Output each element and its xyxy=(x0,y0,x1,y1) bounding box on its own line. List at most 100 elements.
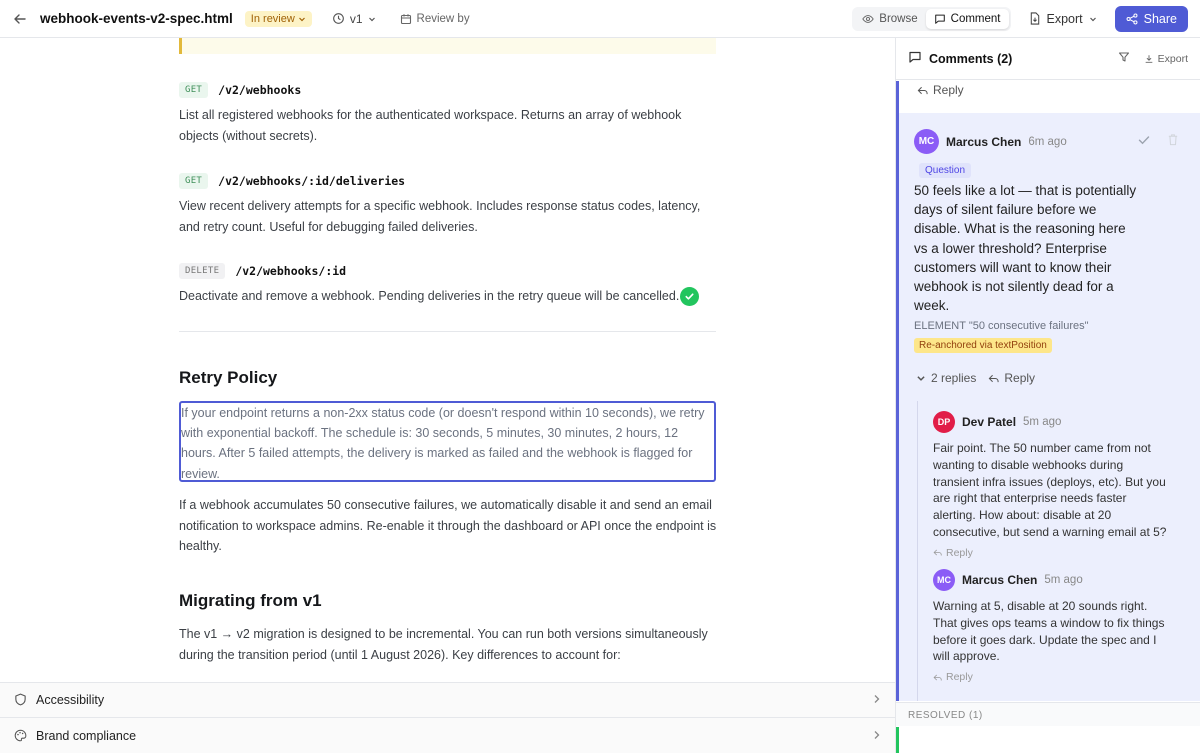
endpoint-description: List all registered webhooks for the aut… xyxy=(179,108,682,143)
file-name: webhook-events-v2-spec.html xyxy=(40,11,233,26)
reply-author: Dev Patel xyxy=(962,415,1017,429)
calendar-icon xyxy=(400,13,411,24)
comment-icon xyxy=(908,50,922,67)
reply-author: Marcus Chen xyxy=(962,573,1038,587)
download-icon xyxy=(1145,54,1152,63)
reanchor-badge: Re-anchored via textPosition xyxy=(914,338,1052,353)
mode-toggle: Browse Comment xyxy=(852,6,1011,31)
replies-count: 2 replies xyxy=(931,371,977,385)
reply-time: 5m ago xyxy=(1044,574,1083,586)
version-label: v1 xyxy=(349,11,363,26)
reply-icon xyxy=(989,374,999,382)
top-bar: webhook-events-v2-spec.html In review v1… xyxy=(0,0,1200,38)
method-badge: DELETE xyxy=(179,263,226,279)
eye-icon xyxy=(862,14,874,23)
comments-header: Comments (2) Export xyxy=(896,38,1200,80)
reply-button[interactable]: Reply xyxy=(933,671,1200,683)
reply-header: DP Dev Patel 5m ago xyxy=(933,401,1200,433)
comment-check-icon[interactable] xyxy=(680,287,700,307)
comment-header: MC Marcus Chen 6m ago xyxy=(914,129,1067,154)
reply-button[interactable]: Reply xyxy=(917,83,964,97)
comment-icon xyxy=(934,14,945,24)
reply-label: Reply xyxy=(1004,371,1036,385)
replies-toggle[interactable]: 2 replies xyxy=(916,371,976,385)
question-tag: Question xyxy=(919,163,972,178)
endpoint-path: /v2/webhooks xyxy=(218,83,302,97)
active-comment[interactable]: MC Marcus Chen 6m ago Question 50 feels … xyxy=(899,113,1200,701)
reply-icon xyxy=(933,674,942,681)
back-arrow-icon[interactable] xyxy=(12,11,28,27)
reply-comment: MC Marcus Chen 5m ago Warning at 5, disa… xyxy=(917,556,1200,701)
section-divider xyxy=(179,331,716,332)
status-label: In review xyxy=(250,12,295,25)
filter-icon[interactable] xyxy=(1118,51,1130,66)
chevron-down-icon xyxy=(298,17,305,21)
endpoint-path: /v2/webhooks/:id/deliveries xyxy=(218,174,406,188)
endpoint-description: Deactivate and remove a webhook. Pending… xyxy=(179,286,719,307)
reply-label: Reply xyxy=(946,671,973,684)
endpoint-description: View recent delivery attempts for a spec… xyxy=(179,199,701,234)
reply-label: Reply xyxy=(933,83,964,97)
reply-time: 5m ago xyxy=(1023,416,1062,428)
trash-icon[interactable] xyxy=(1167,133,1179,150)
comments-sidebar: Comments (2) Export Reply MC Marcus Chen… xyxy=(895,38,1200,753)
element-value: "50 consecutive failures" xyxy=(968,320,1089,332)
migrating-paragraph: The v1 → v2 migration is designed to be … xyxy=(179,627,708,662)
reply-button[interactable]: Reply xyxy=(988,371,1035,385)
reply-body: Warning at 5, disable at 20 sounds right… xyxy=(933,599,1165,664)
reply-header: MC Marcus Chen 5m ago xyxy=(933,556,1200,591)
brand-compliance-panel[interactable]: Brand compliance xyxy=(0,717,895,753)
comment-time: 6m ago xyxy=(1028,135,1067,148)
avatar: MC xyxy=(933,569,955,591)
comment-mode-button[interactable]: Comment xyxy=(925,8,1009,29)
reply-comment: DP Dev Patel 5m ago Fair point. The 50 n… xyxy=(917,401,1200,559)
chevron-down-icon xyxy=(368,17,375,21)
comment-author: Marcus Chen xyxy=(946,134,1022,149)
share-button[interactable]: Share xyxy=(1114,5,1188,32)
history-icon xyxy=(332,13,344,24)
comment-body: 50 feels like a lot — that is potentiall… xyxy=(914,183,1137,314)
share-icon xyxy=(1126,13,1138,24)
status-badge[interactable]: In review xyxy=(244,10,312,27)
element-anchor: ELEMENT "50 consecutive failures" xyxy=(914,320,1089,332)
endpoint-description-text: Deactivate and remove a webhook. Pending… xyxy=(179,289,680,303)
method-badge: GET xyxy=(179,82,209,98)
endpoint-row: GET /v2/webhooks xyxy=(179,82,301,98)
endpoint-row: DELETE /v2/webhooks/:id xyxy=(179,263,346,279)
replies-bar: 2 replies Reply xyxy=(916,371,1035,385)
endpoint-path: /v2/webhooks/:id xyxy=(235,264,347,278)
callout-box xyxy=(179,38,716,54)
chevron-down-icon xyxy=(1089,17,1096,21)
accessibility-label: Accessibility xyxy=(36,693,105,707)
reply-body: Fair point. The 50 number came from not … xyxy=(933,441,1167,539)
reply-icon xyxy=(917,86,928,94)
share-label: Share xyxy=(1143,11,1177,26)
endpoint-row: GET /v2/webhooks/:id/deliveries xyxy=(179,173,405,189)
selected-paragraph[interactable]: If your endpoint returns a non-2xx statu… xyxy=(179,401,716,482)
retry-policy-heading: Retry Policy xyxy=(179,368,278,387)
method-badge: GET xyxy=(179,173,209,189)
element-label: ELEMENT xyxy=(914,320,966,332)
review-by-label: Review by xyxy=(416,12,470,25)
export-button[interactable]: Export xyxy=(1021,8,1105,30)
comments-title: Comments (2) xyxy=(929,51,1013,66)
chevron-down-icon xyxy=(917,376,925,381)
document-area: GET /v2/webhooks List all registered web… xyxy=(0,38,895,683)
shield-icon xyxy=(14,693,28,707)
version-selector[interactable]: v1 xyxy=(332,12,376,26)
migrating-heading: Migrating from v1 xyxy=(179,591,322,610)
palette-icon xyxy=(14,729,28,743)
comment-thread: Reply MC Marcus Chen 6m ago Question 50 … xyxy=(896,81,1200,701)
browse-mode-button[interactable]: Browse xyxy=(854,9,925,29)
accessibility-panel[interactable]: Accessibility xyxy=(0,682,895,717)
browse-label: Browse xyxy=(879,12,918,25)
resolve-check-icon[interactable] xyxy=(1137,133,1151,150)
file-export-icon xyxy=(1030,12,1039,25)
review-by-button[interactable]: Review by xyxy=(400,13,470,25)
export-label: Export xyxy=(1046,11,1083,26)
export-comments-button[interactable]: Export xyxy=(1144,53,1188,65)
resolved-comment[interactable] xyxy=(896,727,1200,753)
brand-compliance-label: Brand compliance xyxy=(36,728,137,743)
retry-paragraph[interactable]: If a webhook accumulates 50 consecutive … xyxy=(179,495,719,557)
resolved-section-header[interactable]: RESOLVED (1) xyxy=(896,702,1200,726)
